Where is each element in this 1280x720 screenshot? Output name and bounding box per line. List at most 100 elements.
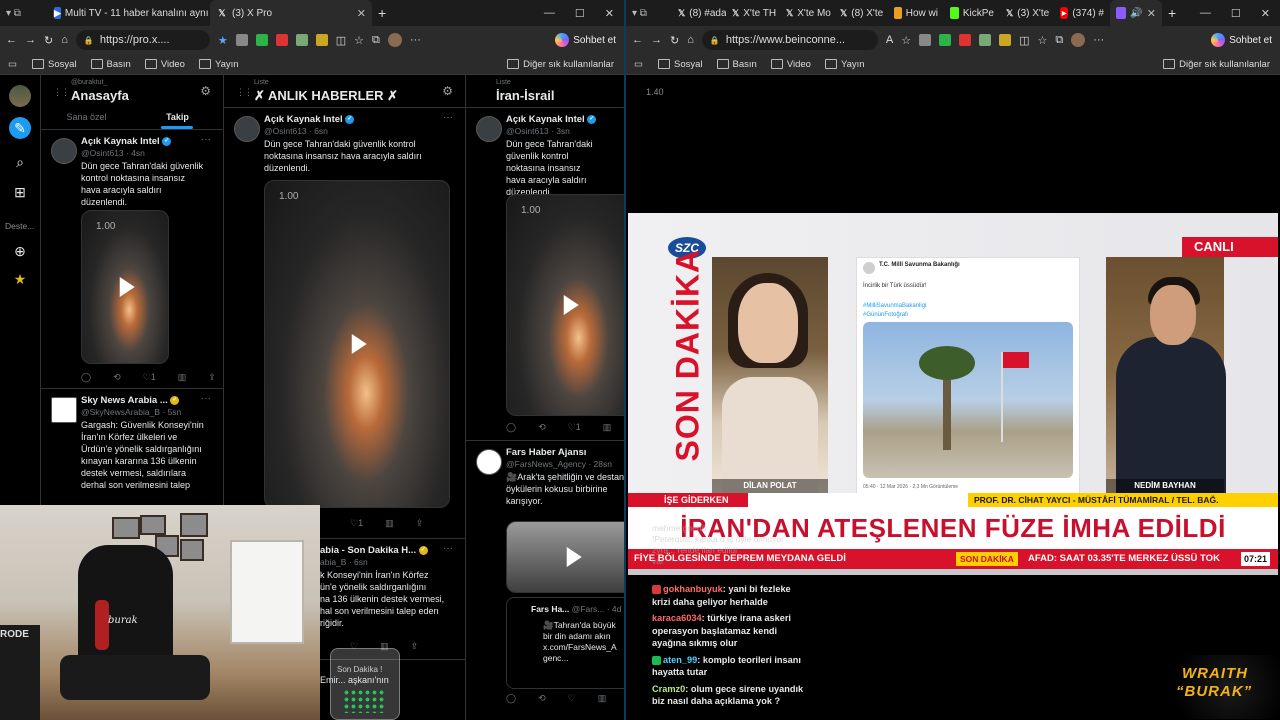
maximize-icon[interactable]: ☐ — [575, 7, 585, 20]
close-tab-icon[interactable]: ✕ — [357, 7, 366, 20]
bookmark-toggle-icon[interactable]: ▭ — [8, 59, 18, 70]
views-icon[interactable]: ▥ — [385, 518, 394, 529]
close-icon[interactable]: ✕ — [1261, 7, 1270, 20]
drag-handle-icon[interactable]: ⋮⋮ — [53, 87, 70, 98]
share-icon[interactable]: ⇪ — [208, 372, 216, 383]
new-tab-button[interactable]: + — [1162, 0, 1182, 26]
reload-icon[interactable]: ↻ — [44, 34, 53, 47]
collections-icon[interactable]: ⧉ — [372, 34, 380, 47]
home-icon[interactable]: ⌂ — [61, 34, 68, 46]
extension-icon[interactable] — [315, 34, 328, 46]
tv-broadcast-player[interactable]: SZC SON DAKİKA CANLI DİLAN POLAT T.C. Mi… — [628, 213, 1278, 575]
reload-icon[interactable]: ↻ — [670, 34, 679, 47]
profile-avatar[interactable] — [387, 33, 402, 47]
home-icon[interactable]: ⌂ — [687, 34, 694, 46]
tab-multitv[interactable]: ▶ Multi TV - 11 haber kanalını aynı a ✕ — [48, 0, 210, 26]
forward-icon[interactable]: → — [25, 34, 36, 46]
more-icon[interactable]: ··· — [201, 393, 211, 404]
extension-icon[interactable] — [959, 34, 972, 46]
like-icon[interactable]: ♡ — [568, 693, 576, 704]
tab-actions[interactable]: ▾ ⧉ — [0, 0, 48, 26]
favorites-icon[interactable]: ☆ — [354, 34, 364, 47]
tab-active[interactable]: 🔊 ✕ — [1110, 0, 1162, 26]
tab[interactable]: 𝕏 (8) #ada — [672, 0, 726, 26]
bookmark-folder[interactable]: Sosyal — [658, 59, 703, 70]
close-tab-icon[interactable]: ✕ — [1147, 7, 1156, 20]
minimize-icon[interactable]: — — [1200, 7, 1211, 20]
profile-avatar[interactable] — [1071, 33, 1086, 47]
bookmark-toggle-icon[interactable]: ▭ — [634, 59, 644, 70]
tab[interactable]: ▶ (374) # — [1054, 0, 1110, 26]
bookmark-folder[interactable]: Yayın — [198, 59, 239, 70]
like-button[interactable]: ♡1 — [568, 422, 581, 433]
favorite-star-icon[interactable]: ★ — [218, 34, 228, 47]
settings-icon[interactable]: ⚙ — [442, 84, 453, 98]
read-aloud-icon[interactable]: A — [886, 34, 893, 46]
quote-tweet[interactable]: Fars Ha... @Fars... · 4d 🎥Tahran'da büyü… — [506, 597, 624, 689]
reply-icon[interactable]: ◯ — [81, 372, 91, 383]
extension-icon[interactable] — [939, 34, 952, 46]
tweet[interactable]: Açık Kaynak Intel ✓ @Osint613 · 6sn ··· … — [224, 107, 465, 539]
search-icon[interactable]: ⌕ — [9, 151, 31, 173]
like-button[interactable]: ♡1 — [350, 518, 363, 529]
extension-icon[interactable] — [275, 34, 288, 46]
other-favorites[interactable]: Diğer sık kullanılanlar — [507, 59, 624, 70]
url-field[interactable]: 🔒 https://pro.x.... — [75, 30, 210, 50]
chat-username[interactable]: aten_99 — [663, 655, 697, 665]
bookmark-folder[interactable]: Yayın — [824, 59, 865, 70]
views-icon[interactable]: ▥ — [603, 422, 612, 433]
tweet[interactable]: Açık Kaynak Intel ✓ @Osint613 · 4sn ··· … — [41, 130, 223, 389]
add-column-icon[interactable]: ⊞ — [9, 181, 31, 203]
chat-username[interactable]: gokhanbuyuk — [663, 584, 723, 594]
maximize-icon[interactable]: ☐ — [1231, 7, 1241, 20]
more-menu-icon[interactable]: ··· — [410, 34, 421, 46]
reply-icon[interactable]: ◯ — [506, 693, 516, 704]
bookmark-folder[interactable]: Basın — [90, 59, 131, 70]
tab-for-you[interactable]: Sana özel — [41, 107, 132, 129]
tweet-video[interactable] — [506, 521, 624, 593]
tweet-video[interactable]: 1.00 — [81, 210, 169, 364]
views-icon[interactable]: ▥ — [178, 372, 187, 383]
chat-username[interactable]: karaca6034 — [652, 613, 702, 623]
new-tab-button[interactable]: + — [372, 0, 392, 26]
more-menu-icon[interactable]: ··· — [1093, 34, 1104, 46]
audio-icon[interactable]: 🔊 — [1130, 8, 1142, 19]
retweet-icon[interactable]: ⟲ — [538, 422, 546, 433]
forward-icon[interactable]: → — [651, 34, 662, 46]
tab-actions[interactable]: ▾ ⧉ — [626, 0, 672, 26]
close-icon[interactable]: ✕ — [605, 7, 614, 20]
more-icon[interactable]: ··· — [201, 134, 211, 145]
more-icon[interactable]: ··· — [443, 112, 453, 123]
bookmark-folder[interactable]: Video — [144, 59, 185, 70]
profile-avatar[interactable] — [9, 85, 31, 107]
minimize-icon[interactable]: — — [544, 7, 555, 20]
settings-icon[interactable]: ⚙ — [200, 84, 211, 98]
reply-icon[interactable]: ◯ — [506, 422, 516, 433]
favorite-star-icon[interactable]: ☆ — [901, 34, 911, 47]
split-screen-icon[interactable]: ◫ — [336, 34, 346, 47]
retweet-icon[interactable]: ⟲ — [538, 693, 546, 704]
url-field[interactable]: 🔒 https://www.beinconne... — [701, 30, 878, 50]
play-icon[interactable] — [119, 277, 135, 297]
new-deck-icon[interactable]: ⊕ — [9, 240, 31, 262]
bookmark-folder[interactable]: Sosyal — [32, 59, 77, 70]
tab[interactable]: 𝕏 X'te TH — [726, 0, 780, 26]
extension-icon[interactable] — [295, 34, 308, 46]
play-icon[interactable] — [564, 295, 580, 315]
tweet-video[interactable]: 1.00 — [264, 180, 450, 508]
tab[interactable]: 𝕏 (8) X'te — [834, 0, 888, 26]
favorites-icon[interactable]: ☆ — [1038, 34, 1048, 47]
chat-username[interactable]: Cramz0 — [652, 684, 685, 694]
back-icon[interactable]: ← — [6, 34, 17, 46]
other-favorites[interactable]: Diğer sık kullanılanlar — [1163, 59, 1280, 70]
split-screen-icon[interactable]: ◫ — [1019, 34, 1029, 47]
tab-xpro[interactable]: 𝕏 (3) X Pro ✕ — [210, 0, 372, 26]
extension-icon[interactable] — [979, 34, 992, 46]
copilot-chat-button[interactable]: Sohbet et — [1211, 33, 1280, 47]
share-icon[interactable]: ⇪ — [411, 641, 419, 652]
views-icon[interactable]: ▥ — [598, 693, 607, 704]
tweet[interactable]: Açık Kaynak Intel ✓ @Osint613 · 3sn Dün … — [466, 107, 624, 441]
tweet-video[interactable]: 1.00 — [506, 194, 624, 416]
extension-icon[interactable] — [235, 34, 248, 46]
tab[interactable]: 𝕏 X'te Mo — [780, 0, 834, 26]
